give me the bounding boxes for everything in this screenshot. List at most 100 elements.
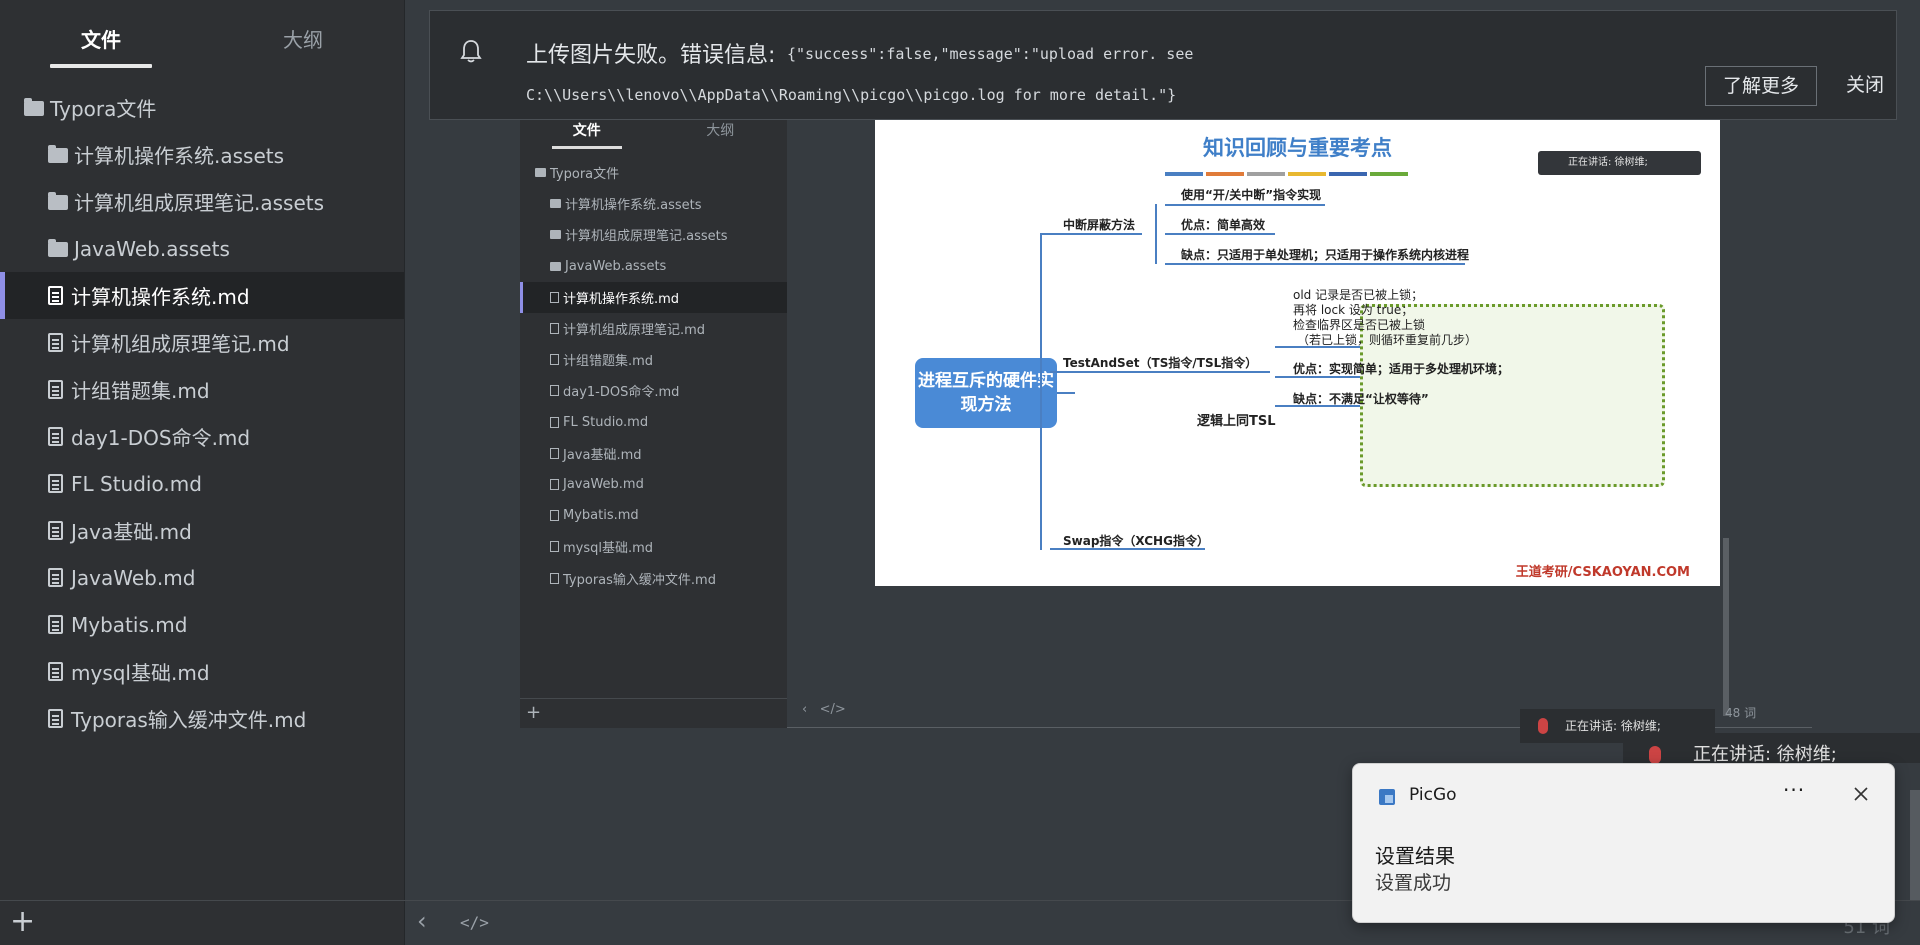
file-icon: [550, 291, 559, 303]
file-icon: [550, 385, 559, 397]
embedded-file-tree: Typora文件 计算机操作系统.assets 计算机组成原理笔记.assets…: [520, 149, 787, 594]
file-icon: [550, 323, 559, 335]
tree-item-file[interactable]: FL Studio.md: [0, 460, 404, 507]
tab-files[interactable]: 文件: [0, 24, 202, 68]
embedded-item-label: 计算机操作系统.md: [563, 291, 680, 307]
tree-item-label: Typoras输入缓冲文件.md: [71, 708, 307, 732]
lecture-slide: 知识回顾与重要考点 正在讲话: 徐树维; 进程互斥的硬件实现方法 中断屏蔽方法 …: [875, 120, 1720, 586]
embedded-tree-item: FL Studio.md: [520, 407, 787, 438]
folder-icon: [24, 98, 44, 116]
embedded-item-label: Typoras输入缓冲文件.md: [563, 572, 716, 588]
embedded-tree-item: Typoras输入缓冲文件.md: [520, 562, 787, 593]
branch-interrupt: 中断屏蔽方法: [1063, 218, 1136, 232]
embedded-item-label: 计组错题集.md: [563, 354, 654, 370]
file-icon: [550, 478, 559, 490]
embedded-tree-item: JavaWeb.md: [520, 469, 787, 500]
file-icon: [48, 662, 63, 681]
embedded-item-label: JavaWeb.assets: [565, 258, 667, 274]
connector: [1050, 371, 1270, 373]
embedded-tree-item: mysql基础.md: [520, 531, 787, 562]
color-bar: [1288, 172, 1326, 176]
file-icon: [48, 615, 63, 634]
branch-testandset: TestAndSet（TS指令/TSL指令）: [1063, 356, 1258, 370]
connector: [1165, 204, 1325, 206]
title-color-bars: [1165, 172, 1408, 176]
picgo-toast[interactable]: PicGo ··· 设置结果 设置成功: [1352, 763, 1895, 923]
connector: [1165, 263, 1465, 265]
embedded-tree-item: 计算机组成原理笔记.md: [520, 313, 787, 344]
tree-item-label: Java基础.md: [71, 520, 192, 544]
connector: [1155, 204, 1157, 264]
folder-icon: [550, 199, 561, 209]
tree-root-folder[interactable]: Typora文件: [0, 84, 404, 131]
tree-item-file-active[interactable]: 计算机操作系统.md: [0, 272, 404, 319]
file-icon: [550, 510, 559, 522]
speaker-overlay: 正在讲话: 徐树维;: [1623, 733, 1920, 763]
tree-item-folder[interactable]: 计算机操作系统.assets: [0, 131, 404, 178]
mindmap-root-node: 进程互斥的硬件实现方法: [915, 358, 1057, 428]
branch-swap: Swap指令（XCHG指令）: [1063, 534, 1209, 548]
embedded-item-label: 计算机操作系统.assets: [565, 198, 702, 214]
tree-item-folder[interactable]: 计算机组成原理笔记.assets: [0, 178, 404, 225]
learn-more-button[interactable]: 了解更多: [1705, 66, 1817, 106]
file-icon: [550, 447, 559, 459]
embedded-tree-item: 计组错题集.md: [520, 344, 787, 375]
picgo-app-icon: [1379, 789, 1395, 805]
file-icon: [48, 380, 63, 399]
file-icon: [48, 474, 63, 493]
toggle-sidebar-button[interactable]: ‹: [417, 907, 427, 935]
tree-item-file[interactable]: day1-DOS命令.md: [0, 413, 404, 460]
toast-more-button[interactable]: ···: [1783, 778, 1805, 802]
editor-scrollbar[interactable]: [1910, 790, 1920, 900]
leaf-tsl-pro: 优点：实现简单；适用于多处理机环境；: [1293, 362, 1510, 376]
close-notice-button[interactable]: 关闭: [1840, 66, 1890, 106]
toast-title: 设置结果: [1375, 844, 1455, 868]
tree-item-file[interactable]: 计组错题集.md: [0, 366, 404, 413]
tree-item-label: 计组错题集.md: [71, 379, 210, 403]
connector: [1040, 233, 1142, 235]
embedded-tab-outline: 大纲: [706, 123, 735, 139]
tree-item-folder[interactable]: JavaWeb.assets: [0, 225, 404, 272]
tree-item-label: 计算机操作系统.assets: [74, 144, 285, 168]
embedded-tree-item: 计算机组成原理笔记.assets: [520, 219, 787, 250]
tree-item-file[interactable]: Mybatis.md: [0, 601, 404, 648]
embedded-item-label: Mybatis.md: [563, 508, 639, 524]
file-icon: [48, 568, 63, 587]
color-bar: [1206, 172, 1244, 176]
source-mode-button[interactable]: </>: [460, 913, 489, 932]
connector: [1057, 392, 1075, 394]
file-icon: [550, 572, 559, 584]
embedded-tree-item: Java基础.md: [520, 438, 787, 469]
embedded-footer-icons: ‹ </>: [802, 702, 846, 717]
tree-item-file[interactable]: JavaWeb.md: [0, 554, 404, 601]
file-icon: [550, 541, 559, 553]
embedded-tree-item: JavaWeb.assets: [520, 251, 787, 282]
tree-item-label: 计算机组成原理笔记.assets: [74, 191, 325, 215]
embedded-item-label: 计算机组成原理笔记.assets: [565, 229, 728, 245]
tab-outline[interactable]: 大纲: [202, 24, 404, 68]
embedded-word-count: 48 词: [1725, 706, 1757, 720]
speaker-overlay-text: 正在讲话: 徐树维;: [1693, 744, 1837, 763]
add-file-button[interactable]: +: [10, 907, 35, 937]
tree-item-label: JavaWeb.assets: [74, 236, 230, 261]
tree-item-file[interactable]: Typoras输入缓冲文件.md: [0, 695, 404, 742]
folder-icon: [48, 192, 68, 210]
embedded-tree-item: Mybatis.md: [520, 500, 787, 531]
file-icon: [48, 521, 63, 540]
leaf-interrupt-1: 使用“开/关中断”指令实现: [1181, 188, 1322, 202]
notice-heading: 上传图片失败。错误信息:: [526, 43, 776, 68]
toast-close-icon[interactable]: [1849, 782, 1873, 806]
tree-item-file[interactable]: 计算机组成原理笔记.md: [0, 319, 404, 366]
embedded-tree-item-active: 计算机操作系统.md: [520, 281, 787, 313]
embedded-item-label: FL Studio.md: [563, 414, 649, 430]
tree-item-file[interactable]: mysql基础.md: [0, 648, 404, 695]
muted-mic-icon: [1538, 718, 1548, 734]
embedded-screenshot: 文件 大纲 Typora文件 计算机操作系统.assets 计算机组成原理笔记.…: [520, 120, 1812, 743]
notice-error-line-1: {"success":false,"message":"upload error…: [787, 45, 1194, 63]
slide-source: 王道考研/CSKAOYAN.COM: [1515, 565, 1690, 580]
embedded-tree-root: Typora文件: [520, 157, 787, 188]
sidebar: 文件 大纲 Typora文件 计算机操作系统.assets 计算机组成原理笔记.…: [0, 0, 405, 945]
notice-error-line-2: C:\\Users\\lenovo\\AppData\\Roaming\\pic…: [526, 86, 1177, 104]
tree-item-file[interactable]: Java基础.md: [0, 507, 404, 554]
color-bar: [1165, 172, 1203, 176]
